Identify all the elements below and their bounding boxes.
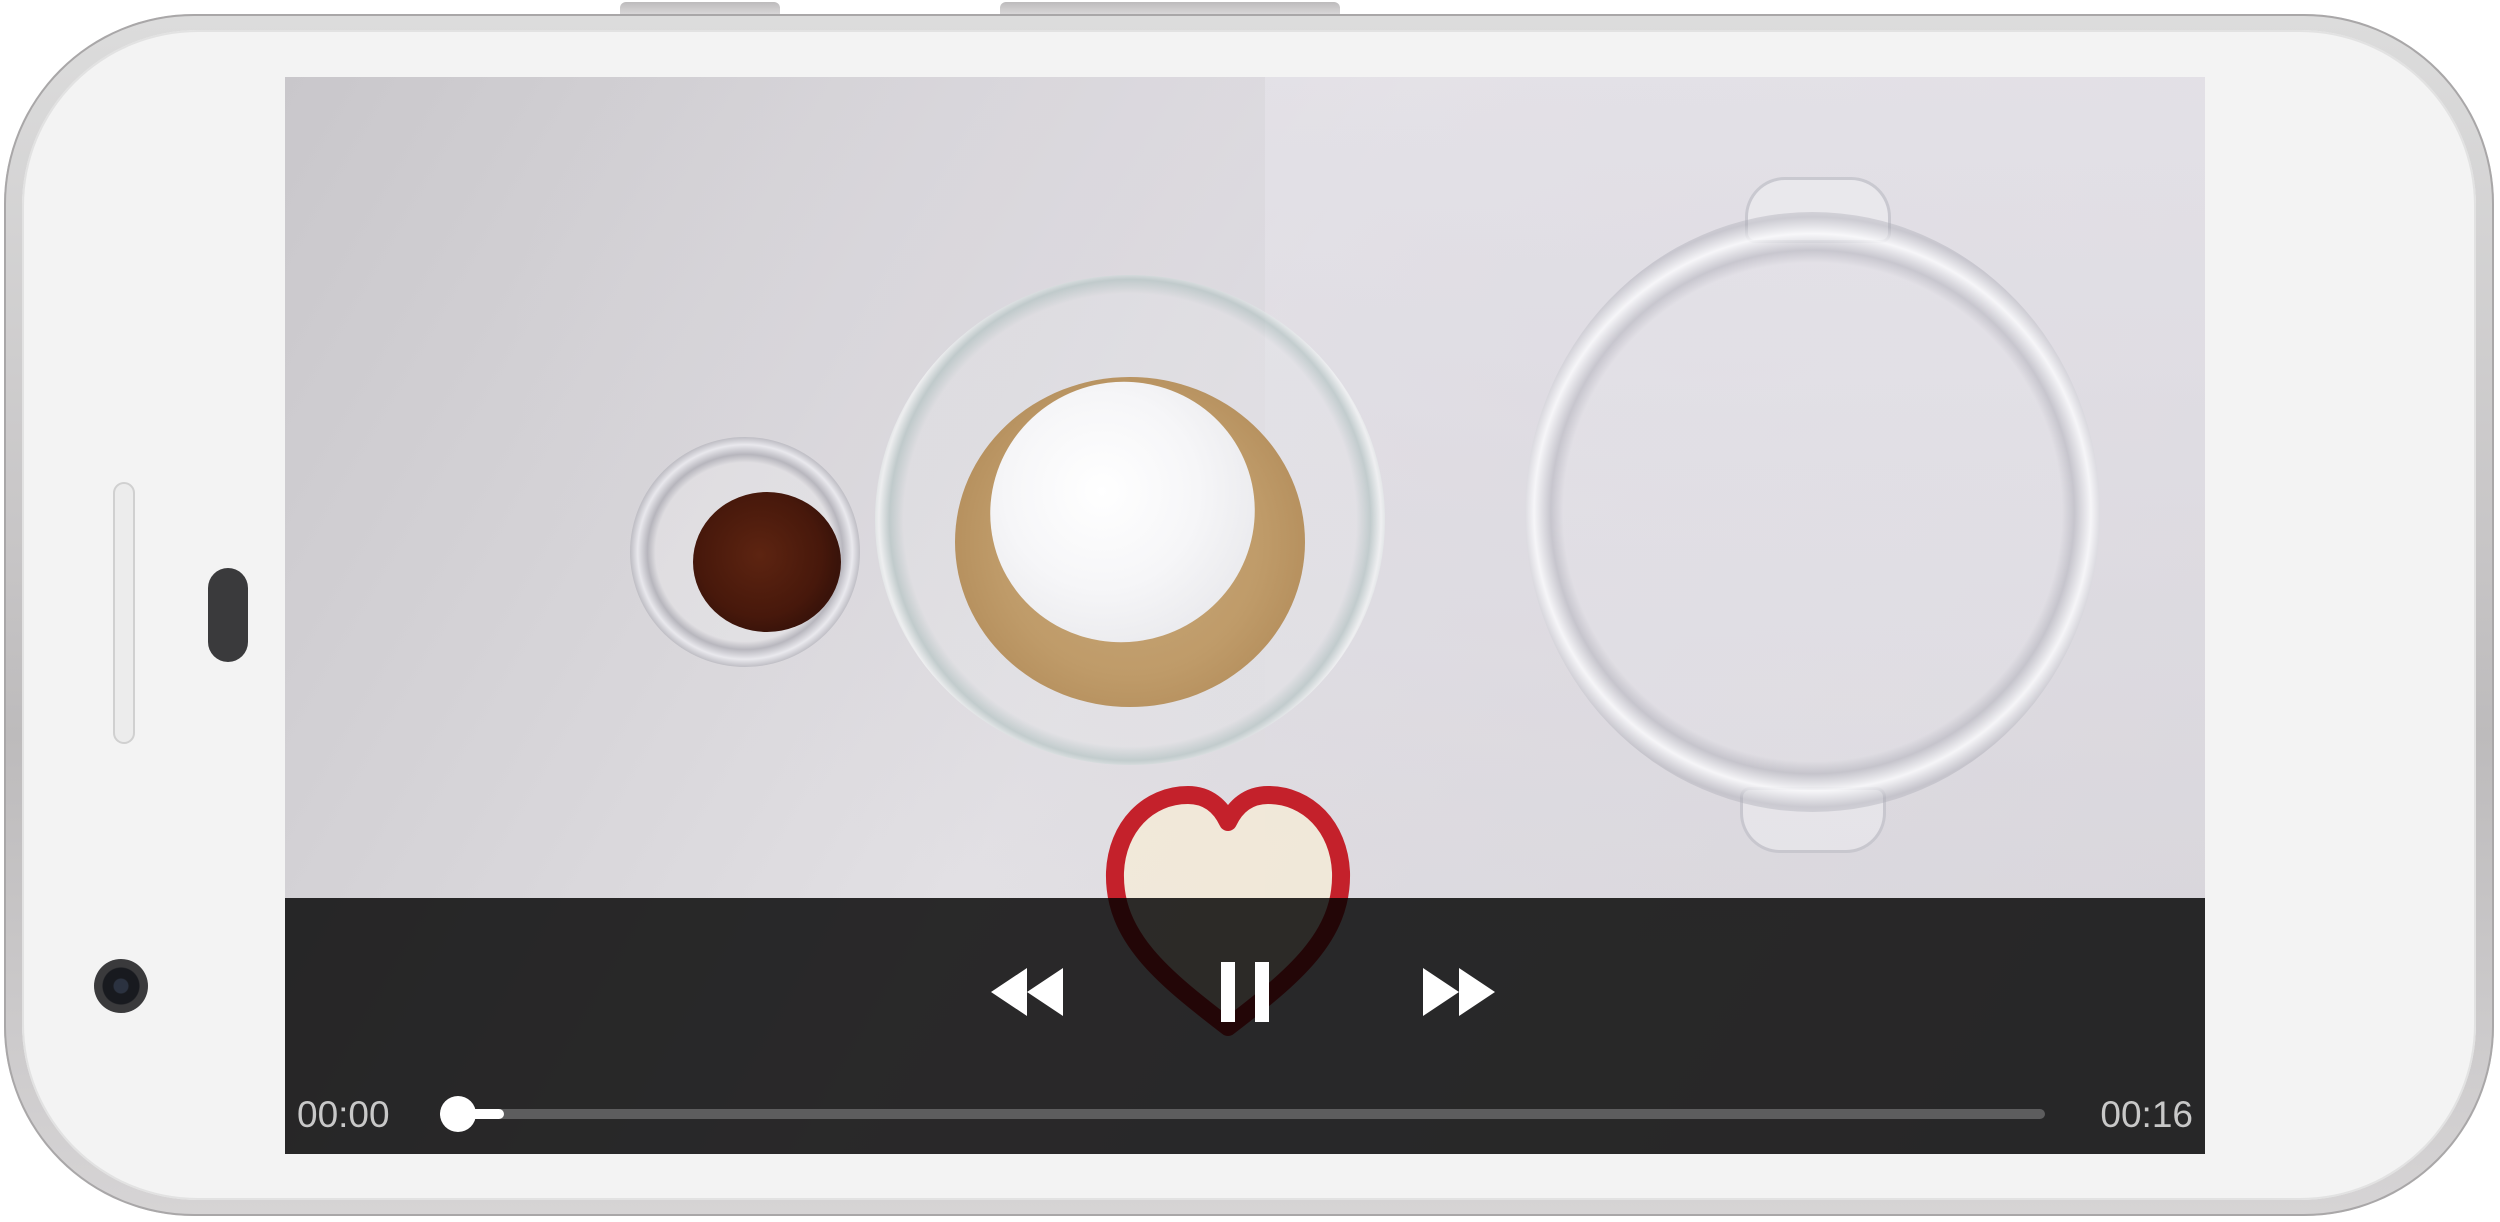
video-player[interactable]: 00:00 00:16	[285, 77, 2205, 1154]
fast-forward-icon	[1423, 968, 1495, 1016]
volume-button	[1000, 2, 1340, 14]
elapsed-time: 00:00	[297, 1094, 390, 1135]
power-button	[620, 2, 780, 14]
vanilla-extract	[693, 492, 841, 632]
speaker-grille	[113, 482, 135, 744]
playback-controls: 00:00 00:16	[285, 898, 2205, 1154]
rewind-icon	[991, 968, 1063, 1016]
seek-bar[interactable]	[440, 1096, 2045, 1132]
proximity-sensor	[208, 568, 248, 662]
glass-pie-dish	[1525, 212, 2100, 812]
rewind-button[interactable]	[973, 937, 1083, 1047]
pause-button[interactable]	[1190, 937, 1300, 1047]
fast-forward-button[interactable]	[1403, 937, 1513, 1047]
total-duration: 00:16	[2100, 1094, 2193, 1135]
seek-thumb[interactable]	[440, 1096, 476, 1132]
pause-icon	[1221, 962, 1269, 1022]
front-camera	[94, 959, 148, 1013]
page: 00:00 00:16	[0, 0, 2500, 1222]
